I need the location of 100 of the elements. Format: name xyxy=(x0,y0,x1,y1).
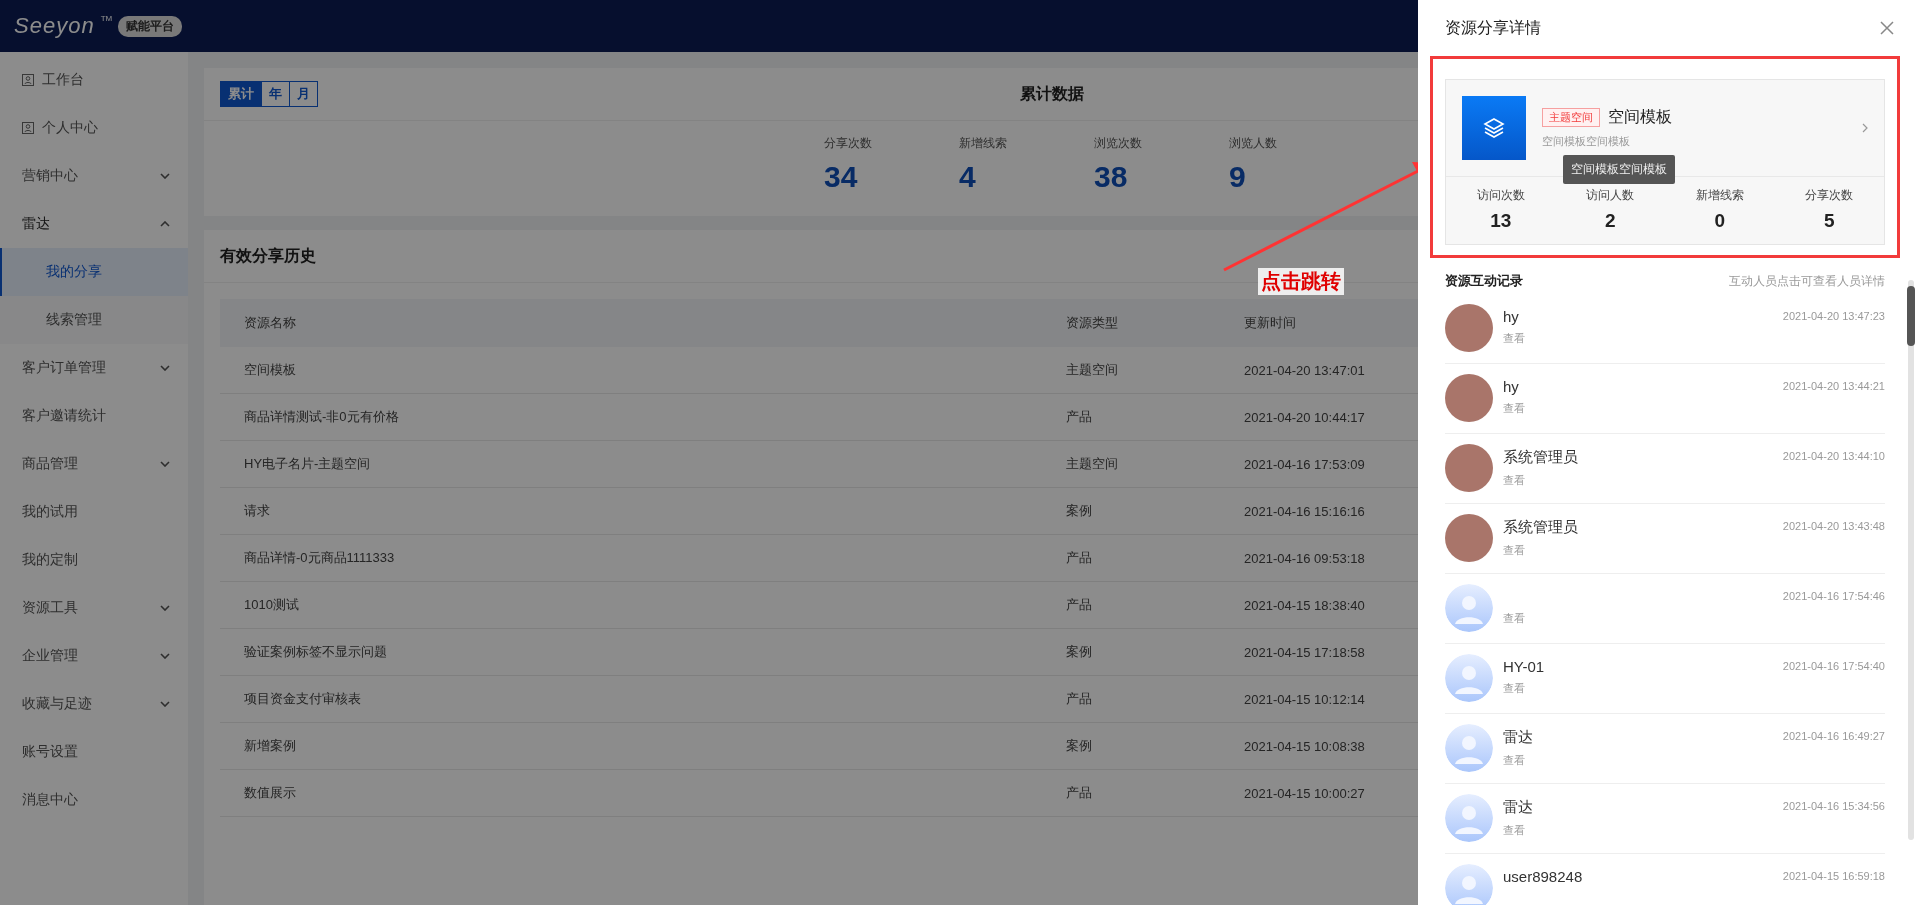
sidebar-item[interactable]: 客户邀请统计 xyxy=(0,392,188,440)
action-text: 查看 xyxy=(1503,823,1526,838)
table-cell: 项目资金支付审核表 xyxy=(220,675,1065,723)
photo-placeholder xyxy=(1445,514,1493,562)
sidebar-item[interactable]: 我的试用 xyxy=(0,488,188,536)
sidebar-item[interactable]: 收藏与足迹 xyxy=(0,680,188,728)
tooltip: 空间模板空间模板 xyxy=(1563,155,1675,184)
sidebar-item[interactable]: 客户订单管理 xyxy=(0,344,188,392)
drawer-title: 资源分享详情 xyxy=(1445,17,1541,38)
photo-placeholder xyxy=(1445,444,1493,492)
sidebar-item[interactable]: 线索管理 xyxy=(0,296,188,344)
table-cell: 空间模板 xyxy=(220,347,1065,394)
table-cell: 产品 xyxy=(1065,675,1243,723)
resource-name: 空间模板 xyxy=(1608,107,1672,127)
action-text: 查看 xyxy=(1503,331,1526,346)
table-cell: 主题空间 xyxy=(1065,440,1243,488)
record-item[interactable]: HY-01 查看 2021-04-16 17:54:40 xyxy=(1445,644,1885,714)
action-text: 查看 xyxy=(1503,681,1526,696)
stat-value: 5 xyxy=(1823,210,1835,232)
summary-title: 累计数据 xyxy=(1020,83,1084,104)
user-name: 系统管理员 xyxy=(1503,518,1579,537)
type-tag: 主题空间 xyxy=(1542,108,1600,127)
sidebar-item[interactable]: 我的定制 xyxy=(0,536,188,584)
sidebar-item[interactable]: 个人中心 xyxy=(0,104,188,152)
table-cell: 数值展示 xyxy=(220,769,1065,817)
sidebar-item[interactable]: 消息中心 xyxy=(0,776,188,824)
table-cell: 商品详情-0元商品1111333 xyxy=(220,534,1065,582)
chevron-icon xyxy=(160,365,170,371)
avatar-icon xyxy=(1445,724,1493,772)
table-cell: 案例 xyxy=(1065,487,1243,535)
record-time: 2021-04-20 13:47:23 xyxy=(1782,309,1885,324)
resource-description: 空间模板空间模板 xyxy=(1542,134,1631,149)
user-name: 雷达 xyxy=(1503,798,1534,817)
record-item[interactable]: 雷达 查看 2021-04-16 15:34:56 xyxy=(1445,784,1885,854)
user-name: hy xyxy=(1503,308,1520,325)
logo-text: Seeyon xyxy=(14,13,95,39)
record-time: 2021-04-20 13:44:10 xyxy=(1782,449,1885,464)
sidebar-item[interactable]: 商品管理 xyxy=(0,440,188,488)
sidebar-item[interactable]: 营销中心 xyxy=(0,152,188,200)
avatar-icon xyxy=(1445,654,1493,702)
photo-placeholder xyxy=(1445,304,1493,352)
layers-icon xyxy=(1462,96,1526,160)
record-time: 2021-04-20 13:43:48 xyxy=(1782,519,1885,534)
record-item[interactable]: hy 查看 2021-04-20 13:44:21 xyxy=(1445,364,1885,434)
column-header: 资源类型 xyxy=(1065,299,1243,347)
platform-badge: 赋能平台 xyxy=(118,15,183,37)
sidebar-item[interactable]: 工作台 xyxy=(0,56,188,104)
table-cell: 案例 xyxy=(1065,628,1243,676)
record-time: 2021-04-20 13:44:21 xyxy=(1782,379,1885,394)
table-cell: 请求 xyxy=(220,487,1065,535)
record-time: 2021-04-16 17:54:40 xyxy=(1782,659,1885,674)
stat-label: 新增线索 xyxy=(959,135,1008,152)
scrollbar-thumb[interactable] xyxy=(1907,286,1915,346)
records-hint: 互动人员点击可查看人员详情 xyxy=(1729,272,1885,290)
close-icon[interactable] xyxy=(1880,21,1894,35)
record-time: 2021-04-16 15:34:56 xyxy=(1782,799,1885,814)
table-cell: 1010测试 xyxy=(220,581,1065,629)
records-title: 资源互动记录 xyxy=(1445,272,1523,290)
record-item[interactable]: 系统管理员 查看 2021-04-20 13:43:48 xyxy=(1445,504,1885,574)
record-time: 2021-04-15 16:59:18 xyxy=(1782,869,1885,884)
avatar-icon xyxy=(1445,794,1493,842)
sidebar-item[interactable]: 雷达 xyxy=(0,200,188,248)
history-title: 有效分享历史 xyxy=(220,245,316,266)
action-text: 查看 xyxy=(1503,473,1526,488)
stat-value: 0 xyxy=(1714,210,1726,232)
record-item[interactable]: hy 查看 2021-04-20 13:47:23 xyxy=(1445,294,1885,364)
trademark-mark: TM xyxy=(100,14,113,23)
action-text: 查看 xyxy=(1503,753,1526,768)
stat-value: 34 xyxy=(824,160,859,194)
sidebar-item[interactable]: 我的分享 xyxy=(0,248,188,296)
stat-label: 访问次数 xyxy=(1476,187,1525,204)
table-cell: 新增案例 xyxy=(220,722,1065,770)
table-cell: 产品 xyxy=(1065,393,1243,441)
user-name: hy xyxy=(1503,378,1520,395)
stat-label: 访问人数 xyxy=(1586,187,1635,204)
chevron-icon xyxy=(160,701,170,707)
stat-label: 新增线索 xyxy=(1695,187,1744,204)
stat-label: 浏览次数 xyxy=(1094,135,1143,152)
user-name: user898248 xyxy=(1503,868,1584,885)
record-item[interactable]: user898248 2021-04-15 16:59:18 xyxy=(1445,854,1885,905)
sidebar-item[interactable]: 账号设置 xyxy=(0,728,188,776)
record-item[interactable]: 查看 2021-04-16 17:54:46 xyxy=(1445,574,1885,644)
avatar-icon xyxy=(1445,584,1493,632)
contact-icon xyxy=(22,74,34,86)
sidebar-item[interactable]: 资源工具 xyxy=(0,584,188,632)
record-time: 2021-04-16 17:54:46 xyxy=(1782,589,1885,604)
table-cell: 产品 xyxy=(1065,769,1243,817)
stat-value: 4 xyxy=(959,160,977,194)
scrollbar[interactable] xyxy=(1908,280,1914,840)
table-cell: 验证案例标签不显示问题 xyxy=(220,628,1065,676)
table-cell: HY电子名片-主题空间 xyxy=(220,440,1065,488)
stat-value: 2 xyxy=(1604,210,1616,232)
user-name: HY-01 xyxy=(1503,658,1546,675)
period-tab[interactable]: 累计 xyxy=(221,82,261,106)
record-item[interactable]: 雷达 查看 2021-04-16 16:49:27 xyxy=(1445,714,1885,784)
action-text: 查看 xyxy=(1503,543,1526,558)
sidebar-item[interactable]: 企业管理 xyxy=(0,632,188,680)
contact-icon xyxy=(22,122,34,134)
record-item[interactable]: 系统管理员 查看 2021-04-20 13:44:10 xyxy=(1445,434,1885,504)
stat-label: 浏览人数 xyxy=(1229,135,1278,152)
